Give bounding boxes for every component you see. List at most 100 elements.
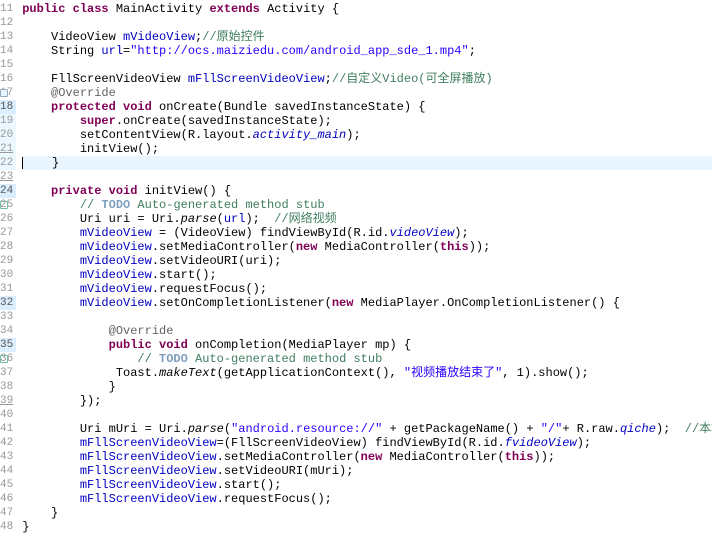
code-token — [22, 226, 80, 240]
line-number[interactable]: 36 — [0, 352, 16, 366]
code-line[interactable]: mFllScreenVideoView.setVideoURI(mUri); — [22, 464, 712, 478]
line-number[interactable]: 18 — [0, 100, 16, 114]
line-number[interactable]: 11 — [0, 2, 16, 16]
line-number-value: 17 — [0, 87, 13, 99]
line-number[interactable]: 40 — [0, 408, 16, 422]
line-number[interactable]: 12 — [0, 16, 16, 30]
code-line[interactable] — [22, 170, 712, 184]
code-line[interactable]: mFllScreenVideoView.setMediaController(n… — [22, 450, 712, 464]
line-number[interactable]: 19 — [0, 114, 16, 128]
code-line[interactable]: private void initView() { — [22, 184, 712, 198]
line-number[interactable]: 41 — [0, 422, 16, 436]
code-line[interactable]: mVideoView.setVideoURI(uri); — [22, 254, 712, 268]
line-number[interactable]: 43 — [0, 450, 16, 464]
line-number[interactable]: 17 — [0, 86, 16, 100]
code-line[interactable]: } — [22, 506, 712, 520]
code-line[interactable] — [22, 408, 712, 422]
code-line[interactable]: initView(); — [22, 142, 712, 156]
code-token: fvideoView — [505, 436, 577, 450]
code-token: mFllScreenVideoView — [80, 436, 217, 450]
line-number[interactable]: 21 — [0, 142, 16, 156]
line-number[interactable]: 35 — [0, 338, 16, 352]
code-line[interactable]: Toast.makeText(getApplicationContext(), … — [22, 366, 712, 380]
code-token: new — [296, 240, 318, 254]
code-line[interactable]: FllScreenVideoView mFllScreenVideoView;/… — [22, 72, 712, 86]
code-line[interactable]: }); — [22, 394, 712, 408]
code-token: parse — [181, 212, 217, 226]
code-line[interactable]: mFllScreenVideoView.requestFocus(); — [22, 492, 712, 506]
code-line[interactable] — [22, 16, 712, 30]
code-line[interactable]: // TODO Auto-generated method stub — [22, 198, 712, 212]
code-line[interactable]: mVideoView.setMediaController(new MediaC… — [22, 240, 712, 254]
line-number[interactable]: 15 — [0, 58, 16, 72]
line-number[interactable]: 47 — [0, 506, 16, 520]
line-number-value: 21 — [0, 143, 13, 155]
code-line[interactable]: Uri uri = Uri.parse(url); //网络视频 — [22, 212, 712, 226]
code-line[interactable] — [22, 310, 712, 324]
code-line[interactable]: } — [22, 520, 712, 534]
code-token: } — [22, 380, 116, 394]
code-token: .setMediaController( — [152, 240, 296, 254]
code-line[interactable]: Uri mUri = Uri.parse("android.resource:/… — [22, 422, 712, 436]
line-number[interactable]: 22 — [0, 156, 16, 170]
line-number[interactable]: 20 — [0, 128, 16, 142]
line-number[interactable]: 32 — [0, 296, 16, 310]
line-number[interactable]: 34 — [0, 324, 16, 338]
code-line[interactable]: // TODO Auto-generated method stub — [22, 352, 712, 366]
line-number[interactable]: 25 — [0, 198, 16, 212]
line-number[interactable]: 30 — [0, 268, 16, 282]
code-token — [22, 100, 51, 114]
code-line[interactable]: public class MainActivity extends Activi… — [22, 2, 712, 16]
code-token — [22, 338, 108, 352]
code-line[interactable]: } — [22, 380, 712, 394]
line-number[interactable]: 14 — [0, 44, 16, 58]
code-token: mFllScreenVideoView — [80, 464, 217, 478]
code-line[interactable]: mFllScreenVideoView=(FllScreenVideoView)… — [22, 436, 712, 450]
line-number[interactable]: 45 — [0, 478, 16, 492]
line-number[interactable]: 26 — [0, 212, 16, 226]
code-line[interactable]: super.onCreate(savedInstanceState); — [22, 114, 712, 128]
code-line[interactable]: mVideoView = (VideoView) findViewById(R.… — [22, 226, 712, 240]
line-number[interactable]: 44 — [0, 464, 16, 478]
code-line[interactable]: mVideoView.start(); — [22, 268, 712, 282]
line-number[interactable]: 33 — [0, 310, 16, 324]
line-number[interactable]: 27 — [0, 226, 16, 240]
code-line[interactable]: @Override — [22, 324, 712, 338]
code-token — [22, 478, 80, 492]
code-editor-area[interactable]: public class MainActivity extends Activi… — [16, 0, 712, 541]
line-number[interactable]: 16 — [0, 72, 16, 86]
line-number[interactable]: 38 — [0, 380, 16, 394]
code-line[interactable]: public void onCompletion(MediaPlayer mp)… — [22, 338, 712, 352]
code-line[interactable]: protected void onCreate(Bundle savedInst… — [22, 100, 712, 114]
code-line[interactable]: } — [22, 156, 712, 170]
line-number-value: 34 — [0, 325, 13, 337]
line-number[interactable]: 23 — [0, 170, 16, 184]
line-number[interactable]: 29 — [0, 254, 16, 268]
line-number-value: 47 — [0, 507, 13, 519]
line-number-value: 24 — [0, 185, 13, 197]
line-number[interactable]: 42 — [0, 436, 16, 450]
code-token: MediaPlayer.OnCompletionListener() { — [353, 296, 619, 310]
code-line[interactable]: @Override — [22, 86, 712, 100]
line-number[interactable]: 31 — [0, 282, 16, 296]
line-number[interactable]: 28 — [0, 240, 16, 254]
code-line[interactable]: setContentView(R.layout.activity_main); — [22, 128, 712, 142]
code-line[interactable]: VideoView mVideoView;//原始控件 — [22, 30, 712, 44]
code-token — [22, 464, 80, 478]
code-token: Toast. — [22, 366, 159, 380]
code-line[interactable]: mVideoView.requestFocus(); — [22, 282, 712, 296]
line-number[interactable]: 48 — [0, 520, 16, 534]
code-line[interactable] — [22, 58, 712, 72]
line-number[interactable]: 39 — [0, 394, 16, 408]
code-line[interactable]: mVideoView.setOnCompletionListener(new M… — [22, 296, 712, 310]
code-token — [22, 114, 80, 128]
line-number-value: 26 — [0, 213, 13, 225]
line-number[interactable]: 46 — [0, 492, 16, 506]
line-number[interactable]: 24 — [0, 184, 16, 198]
code-line[interactable]: String url="http://ocs.maiziedu.com/andr… — [22, 44, 712, 58]
line-number[interactable]: 37 — [0, 366, 16, 380]
line-number[interactable]: 13 — [0, 30, 16, 44]
code-token: .requestFocus(); — [217, 492, 332, 506]
code-token: TODO — [159, 352, 188, 366]
code-line[interactable]: mFllScreenVideoView.start(); — [22, 478, 712, 492]
